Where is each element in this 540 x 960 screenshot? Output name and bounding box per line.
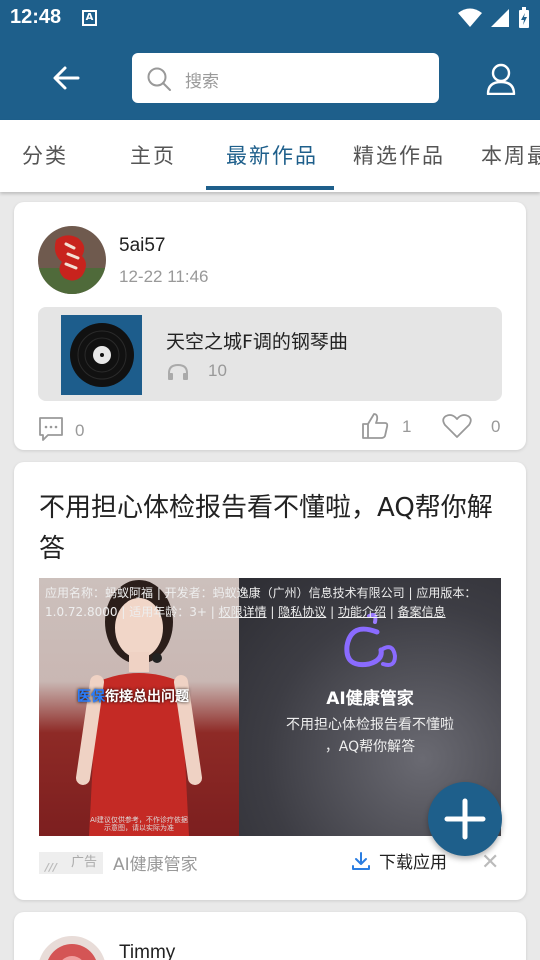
add-post-button[interactable] bbox=[428, 782, 502, 856]
wifi-icon bbox=[458, 8, 482, 27]
status-bar: 12:48 A bbox=[0, 0, 540, 36]
user-profile-button[interactable] bbox=[478, 56, 524, 102]
ad-filing-link[interactable]: 备案信息 bbox=[398, 605, 446, 619]
avatar-image bbox=[38, 226, 106, 294]
username[interactable]: 5ai57 bbox=[119, 235, 166, 257]
arrow-left-icon bbox=[53, 66, 80, 90]
avatar[interactable] bbox=[38, 226, 106, 294]
tab-weekly[interactable]: 本周最 bbox=[481, 120, 540, 192]
ad-image[interactable]: AI建议仅供参考，不作诊疗依据 示意图，请以实际为准 应用名称：蚂蚁阿福 | 开… bbox=[39, 578, 501, 836]
avatar[interactable] bbox=[38, 936, 106, 960]
download-icon bbox=[352, 851, 370, 870]
search-placeholder: 搜索 bbox=[185, 72, 219, 92]
headphones-icon bbox=[168, 363, 188, 380]
tab-latest-works[interactable]: 最新作品 bbox=[226, 120, 318, 192]
ad-brand-name: AI健康管家 bbox=[326, 689, 414, 709]
username[interactable]: Timmy bbox=[119, 942, 175, 960]
ad-footnote: AI建议仅供参考，不作诊疗依据 示意图，请以实际为准 bbox=[90, 816, 188, 832]
tab-home[interactable]: 主页 bbox=[130, 120, 176, 192]
vinyl-record-icon bbox=[69, 323, 134, 387]
song-item[interactable]: 天空之城F调的钢琴曲 10 bbox=[38, 307, 502, 401]
heart-icon[interactable] bbox=[442, 413, 472, 439]
like-count: 1 bbox=[402, 417, 412, 436]
status-time: 12:48 bbox=[10, 6, 62, 28]
tab-indicator bbox=[206, 186, 334, 190]
ad-network-logo-icon: /// bbox=[45, 861, 58, 874]
post-card[interactable]: 5ai57 12-22 11:46 天空之城F调的钢琴曲 10 0 1 0 bbox=[14, 202, 526, 450]
comment-icon[interactable] bbox=[38, 416, 64, 442]
tab-featured-works[interactable]: 精选作品 bbox=[353, 120, 445, 192]
ad-feature-link[interactable]: 功能介绍 bbox=[338, 605, 386, 619]
ad-title[interactable]: 不用担心体检报告看不懂啦，AQ帮你解答 bbox=[39, 488, 499, 570]
thumbs-up-icon[interactable] bbox=[361, 412, 389, 440]
tab-categories[interactable]: 分类 bbox=[22, 120, 68, 192]
song-cover bbox=[61, 315, 142, 395]
back-button[interactable] bbox=[44, 56, 88, 100]
post-card[interactable]: Timmy bbox=[14, 912, 526, 960]
comment-count: 0 bbox=[75, 421, 85, 440]
battery-icon bbox=[519, 7, 529, 28]
song-title: 天空之城F调的钢琴曲 bbox=[166, 331, 348, 353]
favorite-count: 0 bbox=[491, 417, 501, 436]
status-icons bbox=[458, 7, 530, 29]
ad-video-caption: 医保衔接总出问题 bbox=[77, 689, 189, 705]
post-time: 12-22 11:46 bbox=[119, 267, 209, 286]
ad-tag: /// 广告 bbox=[39, 852, 103, 874]
cell-signal-icon bbox=[491, 9, 509, 27]
ad-meta-info: 应用名称：蚂蚁阿福 | 开发者：蚂蚁逸康（广州）信息技术有限公司 | 应用版本：… bbox=[45, 586, 477, 619]
download-app-button[interactable]: 下载应用 bbox=[351, 848, 447, 873]
ad-privacy-link[interactable]: 隐私协议 bbox=[278, 605, 326, 619]
ad-permission-link[interactable]: 权限详情 bbox=[219, 605, 267, 619]
search-icon bbox=[147, 67, 171, 91]
advertiser-name: AI健康管家 bbox=[113, 855, 198, 875]
search-input[interactable]: 搜索 bbox=[132, 53, 439, 103]
ad-close-button[interactable]: ✕ bbox=[481, 850, 499, 875]
toolbar: 搜索 bbox=[0, 36, 540, 120]
ad-subtitle: 不用担心体检报告看不懂啦 ，AQ帮你解答 bbox=[286, 717, 454, 755]
listen-count: 10 bbox=[208, 361, 227, 380]
notification-icon: A bbox=[82, 10, 97, 26]
avatar-image bbox=[38, 936, 106, 960]
tab-bar: 分类 主页 最新作品 精选作品 本周最 bbox=[0, 120, 540, 192]
user-icon bbox=[486, 63, 516, 95]
plus-icon bbox=[444, 798, 486, 840]
